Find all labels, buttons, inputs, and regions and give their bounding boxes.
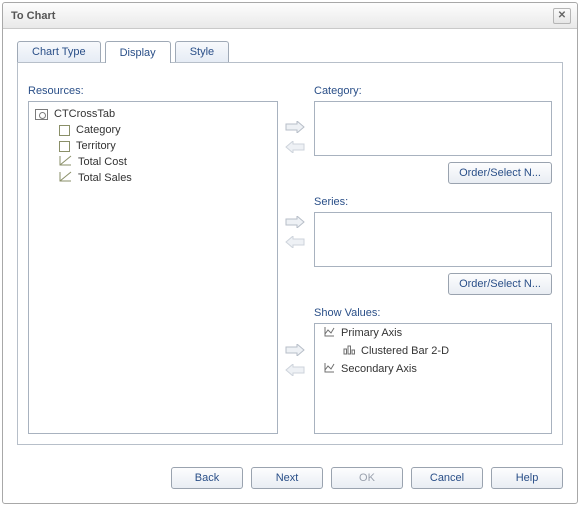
help-label: Help [516, 472, 539, 484]
category-label: Category: [314, 85, 552, 97]
remove-from-series-button[interactable] [284, 236, 306, 248]
cancel-button[interactable]: Cancel [411, 467, 483, 489]
measure-icon [59, 155, 72, 169]
measure-icon [59, 171, 72, 185]
window-title: To Chart [11, 10, 55, 22]
series-label: Series: [314, 196, 552, 208]
close-icon: ✕ [558, 10, 566, 21]
order-select-label: Order/Select N... [459, 167, 541, 179]
tree-item[interactable]: Territory [33, 138, 273, 154]
tab-chart-type-label: Chart Type [32, 46, 86, 58]
field-icon [59, 125, 70, 136]
resources-list[interactable]: CTCrossTab Category Territory [28, 101, 278, 434]
next-button[interactable]: Next [251, 467, 323, 489]
tab-display[interactable]: Display [105, 41, 171, 63]
tree-item[interactable]: Total Cost [33, 154, 273, 170]
bar-chart-icon [343, 344, 355, 358]
tab-chart-type[interactable]: Chart Type [17, 41, 101, 62]
series-list[interactable] [314, 212, 552, 267]
show-values-label: Show Values: [314, 307, 552, 319]
tab-display-label: Display [120, 47, 156, 59]
back-button[interactable]: Back [171, 467, 243, 489]
series-block: Series: Order/Select N... [314, 196, 552, 295]
tree-root-label: CTCrossTab [54, 108, 115, 120]
tab-bar: Chart Type Display Style [17, 41, 233, 63]
category-order-select-button[interactable]: Order/Select N... [448, 162, 552, 184]
list-item[interactable]: Primary Axis [315, 324, 551, 342]
remove-from-category-button[interactable] [284, 141, 306, 153]
show-values-block: Show Values: Primary Axis [314, 307, 552, 434]
order-select-label: Order/Select N... [459, 278, 541, 290]
add-to-series-button[interactable] [284, 216, 306, 228]
crosstab-icon [35, 109, 48, 120]
transfer-arrows [278, 85, 314, 434]
tree-item[interactable]: Category [33, 122, 273, 138]
dialog-button-bar: Back Next OK Cancel Help [3, 467, 563, 489]
cancel-label: Cancel [430, 472, 464, 484]
content-panel: Resources: CTCrossTab Category [17, 62, 563, 445]
tab-style-label: Style [190, 46, 214, 58]
tree-root[interactable]: CTCrossTab [33, 106, 273, 122]
category-list[interactable] [314, 101, 552, 156]
show-values-list[interactable]: Primary Axis Clustered Bar 2-D [314, 323, 552, 434]
next-label: Next [276, 472, 299, 484]
list-item-label: Secondary Axis [341, 363, 417, 375]
tree-item[interactable]: Total Sales [33, 170, 273, 186]
add-to-category-button[interactable] [284, 121, 306, 133]
tab-style[interactable]: Style [175, 41, 229, 62]
list-item[interactable]: Secondary Axis [315, 360, 551, 378]
axis-icon [323, 326, 335, 340]
titlebar: To Chart ✕ [3, 3, 577, 29]
series-order-select-button[interactable]: Order/Select N... [448, 273, 552, 295]
close-button[interactable]: ✕ [553, 8, 571, 24]
add-to-values-button[interactable] [284, 344, 306, 356]
category-block: Category: Order/Select N... [314, 85, 552, 184]
list-item-label: Clustered Bar 2-D [361, 345, 449, 357]
tree-item-label: Category [76, 124, 121, 136]
resources-label: Resources: [28, 85, 278, 97]
list-item-label: Primary Axis [341, 327, 402, 339]
tree-item-label: Total Cost [78, 156, 127, 168]
axis-icon [323, 362, 335, 376]
back-label: Back [195, 472, 219, 484]
ok-label: OK [359, 472, 375, 484]
tree-item-label: Territory [76, 140, 116, 152]
field-icon [59, 141, 70, 152]
list-item[interactable]: Clustered Bar 2-D [315, 342, 551, 360]
tree-item-label: Total Sales [78, 172, 132, 184]
dialog-window: To Chart ✕ Chart Type Display Style Reso… [2, 2, 578, 504]
help-button[interactable]: Help [491, 467, 563, 489]
remove-from-values-button[interactable] [284, 364, 306, 376]
ok-button[interactable]: OK [331, 467, 403, 489]
